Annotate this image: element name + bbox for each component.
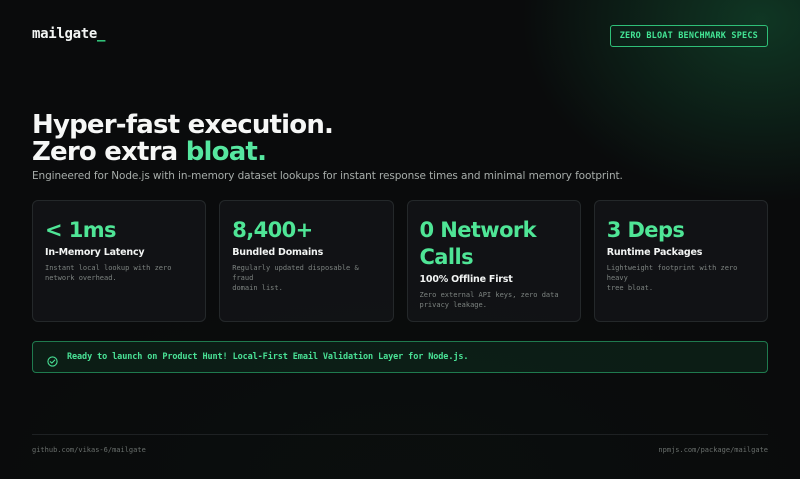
footer-divider (32, 434, 768, 435)
stat-value: < 1ms (45, 218, 117, 242)
hero-headline-prefix: Zero extra (32, 137, 178, 167)
stat-card-domains: 8,400+ Bundled Domains Regularly updated… (219, 200, 394, 322)
stat-value: 0 Network Calls (420, 217, 568, 271)
page: mailgate_ ZERO BLOAT BENCHMARK SPECS Hyp… (32, 0, 768, 479)
stat-title: In-Memory Latency (45, 247, 145, 258)
stat-card-network: 0 Network Calls 100% Offline First Zero … (406, 200, 581, 322)
stat-value: 8,400+ (232, 218, 313, 242)
stat-card-deps: 3 Deps Runtime Packages Lightweight foot… (593, 200, 768, 322)
stat-value-line: 0 Network (419, 218, 537, 242)
stat-description-line: Zero external API keys, zero data (419, 291, 559, 299)
stats-cards: < 1ms In-Memory Latency Instant local lo… (32, 200, 768, 322)
logo-cursor: _ (97, 26, 106, 42)
logo[interactable]: mailgate_ (32, 26, 105, 42)
stat-description-line: Instant local lookup with zero (45, 264, 172, 272)
stat-title: Bundled Domains (232, 247, 324, 258)
check-circle-icon (47, 352, 58, 367)
stat-title: Runtime Packages (606, 247, 703, 258)
stat-description-line: domain list. (232, 284, 283, 292)
stat-description-line: Lightweight footprint with zero heavy (606, 264, 738, 282)
stat-title: 100% Offline First (419, 274, 513, 285)
stat-description-line: tree bloat. (606, 284, 654, 292)
github-link[interactable]: github.com/vikas-6/mailgate (32, 446, 146, 454)
stat-description: Lightweight footprint with zero heavy tr… (607, 263, 755, 293)
benchmark-specs-badge[interactable]: ZERO BLOAT BENCHMARK SPECS (609, 25, 768, 47)
stat-description: Regularly updated disposable & fraud dom… (232, 263, 380, 293)
launch-banner[interactable]: Ready to launch on Product Hunt! Local-F… (32, 341, 768, 373)
stat-value-line: Calls (419, 245, 474, 269)
stat-card-latency: < 1ms In-Memory Latency Instant local lo… (32, 200, 207, 322)
stat-description-line: network overhead. (45, 274, 117, 282)
logo-text: mailgate (32, 26, 98, 42)
hero-headline-accent: bloat. (185, 137, 267, 167)
stat-value: 3 Deps (606, 218, 685, 242)
hero-headline-line2: Zero extra bloat. (32, 137, 267, 167)
stat-description: Instant local lookup with zero network o… (45, 263, 193, 283)
stat-description: Zero external API keys, zero data privac… (420, 290, 568, 310)
hero-headline-line1: Hyper-fast execution. (32, 110, 334, 140)
stat-description-line: privacy leakage. (419, 301, 487, 309)
stat-description-line: Regularly updated disposable & fraud (232, 264, 359, 282)
launch-banner-text: Ready to launch on Product Hunt! Local-F… (67, 352, 469, 362)
hero-subtitle: Engineered for Node.js with in-memory da… (32, 170, 623, 182)
npm-link[interactable]: npmjs.com/package/mailgate (658, 446, 768, 454)
